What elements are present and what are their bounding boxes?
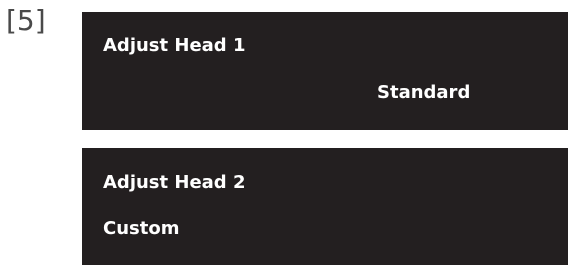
adjust-head-2-value: Custom bbox=[103, 218, 180, 239]
adjust-head-1-value: Standard bbox=[377, 82, 471, 103]
step-number-label: [5] bbox=[6, 4, 46, 37]
adjust-head-2-panel[interactable]: Adjust Head 2 Custom bbox=[82, 148, 568, 265]
adjust-head-2-title: Adjust Head 2 bbox=[103, 172, 246, 193]
adjust-head-1-panel[interactable]: Adjust Head 1 Standard bbox=[82, 12, 568, 130]
adjust-head-1-title: Adjust Head 1 bbox=[103, 35, 246, 56]
